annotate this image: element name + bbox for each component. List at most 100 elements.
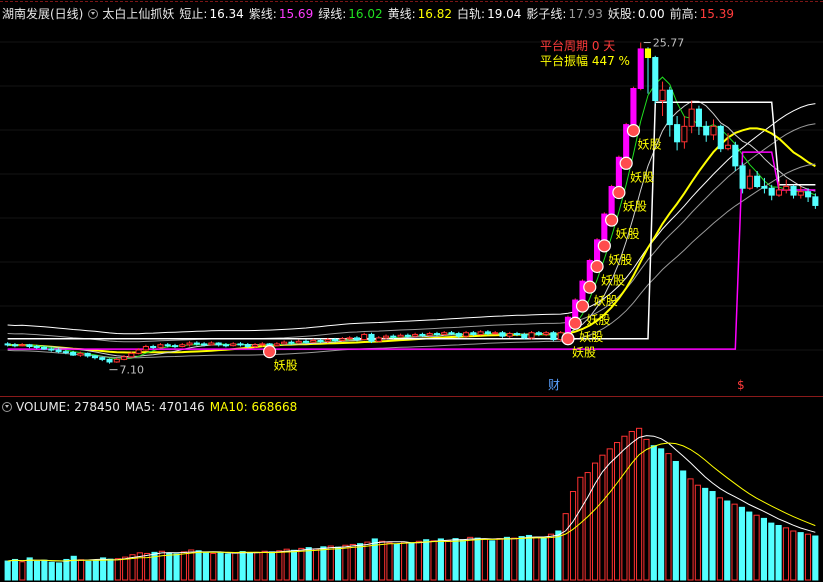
candle	[797, 191, 804, 196]
volume-bar	[474, 537, 481, 581]
indicator-readout-value: 16.02	[348, 7, 383, 21]
signal-ball-icon	[561, 332, 575, 346]
candle	[681, 125, 688, 143]
signal-ball-icon	[626, 123, 641, 138]
stock-chart-window: { "header": { "stock_name": "湖南发展(日线)", …	[0, 0, 823, 582]
candle	[215, 342, 222, 346]
purple-line	[7, 151, 816, 350]
volume-bar	[320, 546, 327, 581]
indicator-readout-label: 前高:	[669, 7, 698, 21]
volume-dropdown-icon[interactable]	[2, 402, 12, 412]
indicator-dropdown-icon[interactable]	[88, 9, 99, 19]
volume-bar	[503, 536, 511, 581]
volume-bar	[173, 553, 180, 581]
candle	[353, 337, 360, 341]
candle	[259, 343, 266, 346]
candle	[273, 343, 280, 347]
volume-bar	[768, 522, 775, 581]
signal-label: 妖股	[579, 330, 603, 344]
indicator-readout: 黄线: 16.82	[388, 7, 452, 21]
volume-bar	[254, 551, 261, 581]
volume-bar	[445, 540, 452, 581]
candle	[724, 144, 732, 150]
volume-bar	[63, 558, 70, 581]
candle	[288, 341, 295, 344]
candle	[455, 333, 462, 337]
candle	[433, 333, 441, 336]
candle	[506, 333, 513, 337]
top-divider	[0, 1, 823, 2]
indicator-name[interactable]: 太白上仙抓妖	[102, 6, 174, 22]
low-price-label: 7.10	[120, 364, 145, 377]
panel-separator[interactable]	[0, 396, 823, 397]
volume-bar	[85, 560, 92, 581]
volume-bar	[305, 547, 312, 581]
indicator-readout-value: 15.39	[699, 7, 734, 21]
volume-bar	[217, 551, 224, 581]
volume-bar	[672, 461, 679, 581]
volume-bar	[26, 557, 33, 581]
volume-bar	[790, 530, 797, 581]
volume-bar	[298, 547, 305, 581]
candle	[222, 344, 229, 347]
candle	[477, 331, 484, 335]
candle	[732, 144, 739, 167]
candle	[652, 57, 659, 102]
candle	[150, 345, 157, 348]
candle	[208, 342, 215, 346]
volume-bar	[408, 542, 415, 581]
candle	[644, 48, 652, 59]
signal-label: 妖股	[274, 359, 298, 373]
indicator-readout: 短止: 16.34	[179, 7, 243, 21]
candle	[761, 186, 768, 189]
volume-bar	[78, 559, 85, 581]
volume-bar	[210, 552, 217, 581]
candle	[346, 337, 353, 340]
volume-bar	[100, 557, 107, 581]
volume-bar	[379, 540, 386, 581]
volume-bar	[724, 500, 731, 581]
signal-label: 妖股	[637, 138, 661, 152]
candle	[768, 187, 775, 196]
candle	[441, 332, 448, 335]
volume-bar	[687, 478, 694, 581]
indicator-readout-label: 绿线:	[318, 7, 347, 21]
candle	[84, 352, 91, 357]
indicator-readout-label: 黄线:	[387, 7, 416, 21]
volume-bar	[569, 491, 577, 581]
volume-bar	[180, 551, 187, 581]
volume-bar	[680, 470, 687, 581]
signal-ball-icon	[597, 239, 611, 253]
candle	[499, 332, 506, 337]
candle	[688, 108, 695, 127]
candle	[339, 338, 346, 341]
volume-bar	[386, 542, 393, 581]
indicator-readout: 前高: 15.39	[670, 7, 734, 21]
volume-bar	[621, 435, 628, 581]
volume-bar	[268, 551, 276, 581]
platform-amplitude-text: 平台振幅 447 %	[540, 53, 630, 68]
candle	[244, 344, 251, 347]
candle	[368, 333, 375, 342]
candle	[703, 125, 710, 136]
volume-bar	[452, 538, 459, 581]
candle	[412, 333, 419, 337]
candle	[55, 349, 62, 353]
candle	[77, 352, 84, 356]
volume-bar	[804, 533, 812, 581]
candle	[790, 186, 797, 196]
signal-label: 妖股	[587, 313, 611, 327]
candle	[739, 165, 746, 189]
shadow-band-lower	[7, 163, 816, 359]
volume-bar	[393, 543, 400, 581]
candle	[135, 349, 142, 354]
volume-bar	[702, 487, 709, 581]
indicator-readout-value: 0.00	[637, 7, 665, 21]
indicator-readout-label: 紫线:	[248, 7, 277, 21]
volume-bar	[459, 539, 466, 581]
white-track-line	[7, 100, 816, 358]
candle	[171, 345, 179, 348]
volume-bar	[423, 539, 430, 581]
volume-bar	[636, 427, 643, 581]
candle	[470, 332, 477, 335]
